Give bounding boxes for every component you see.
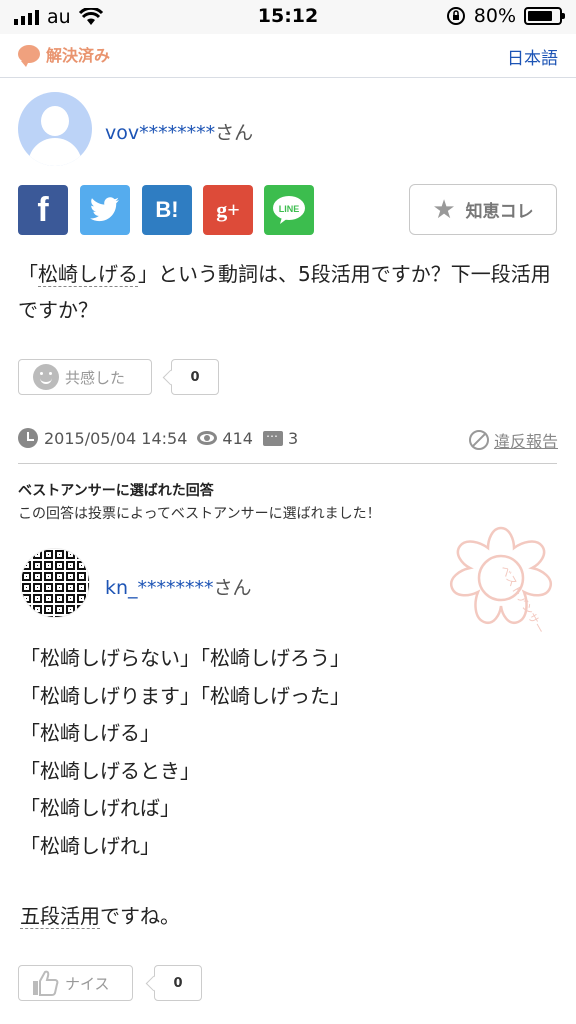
question-user-name[interactable]: vov********さん xyxy=(105,118,253,145)
twitter-share-button[interactable] xyxy=(80,185,130,235)
line-label: LINE xyxy=(279,204,300,214)
status-bar: au 15:12 80% xyxy=(0,0,576,34)
twitter-bird-icon xyxy=(90,197,119,222)
line-share-button[interactable]: LINE xyxy=(264,185,314,235)
question-text: 「松崎しげる」という動詞は、5段活用ですか？下一段活用ですか？ xyxy=(18,262,551,322)
thumbs-up-icon xyxy=(33,970,59,996)
answer-count: 3 xyxy=(287,428,299,448)
best-answer-stamp-icon: ベストアンサー xyxy=(449,526,553,636)
status-right: 80% xyxy=(446,5,565,27)
view-icon xyxy=(197,431,218,445)
rotation-lock-icon xyxy=(446,7,465,25)
answer-line: 「松崎しげる」 xyxy=(20,721,160,745)
battery-icon xyxy=(524,7,565,25)
nice-button[interactable]: ナイス xyxy=(18,965,133,1001)
question-meta: 2015/05/04 14:54 414 3 xyxy=(18,426,299,448)
nice-count: 0 xyxy=(154,965,202,1001)
hatena-icon: B! xyxy=(155,197,179,222)
nice-label: ナイス xyxy=(65,974,110,993)
empathy-count: 0 xyxy=(171,359,219,395)
conclusion-term-link[interactable]: 五段活用 xyxy=(20,904,100,929)
question-term-link[interactable]: 松崎しげる xyxy=(38,262,138,287)
report-link[interactable]: 違反報告 xyxy=(468,428,558,452)
page-header: 解決済み 日本語 xyxy=(0,34,576,78)
answer-user-avatar[interactable] xyxy=(20,548,90,618)
question-user-avatar[interactable] xyxy=(18,92,92,166)
facebook-share-button[interactable]: f xyxy=(18,185,68,235)
answer-line: 「松崎しげれば」 xyxy=(20,796,180,820)
answer-line: 「松崎しげります」「松崎しげった」 xyxy=(20,683,350,708)
hatena-bookmark-button[interactable]: B! xyxy=(142,185,192,235)
answer-line: 「松崎しげるとき」 xyxy=(20,758,200,783)
star-icon: ★ xyxy=(432,194,456,225)
chiekore-label: 知恵コレ xyxy=(465,202,534,222)
line-icon: LINE xyxy=(273,196,305,224)
ban-icon xyxy=(468,430,489,450)
comment-icon xyxy=(262,426,283,446)
smile-icon xyxy=(33,364,59,390)
battery-percent: 80% xyxy=(473,5,516,27)
answer-line: 「松崎しげらない」「松崎しげろう」 xyxy=(20,646,350,670)
answer-line: 「松崎しげれ」 xyxy=(20,833,160,858)
pattern-avatar-icon xyxy=(21,549,89,617)
honorific: さん xyxy=(213,577,252,599)
answer-conclusion: 五段活用ですね。 xyxy=(20,904,180,929)
clock-icon xyxy=(18,428,38,448)
resolved-label: 解決済み xyxy=(46,46,111,65)
divider xyxy=(18,463,557,464)
answer-body: 「松崎しげらない」「松崎しげろう」 「松崎しげります」「松崎しげった」 「松崎し… xyxy=(20,640,560,865)
chiekore-button[interactable]: ★ 知恵コレ xyxy=(409,184,557,235)
facebook-icon: f xyxy=(37,190,49,229)
honorific: さん xyxy=(215,122,254,144)
post-date: 2015/05/04 14:54 xyxy=(44,428,188,448)
empathy-label: 共感した xyxy=(65,368,126,387)
empathy-button[interactable]: 共感した xyxy=(18,359,152,395)
google-plus-share-button[interactable]: g+ xyxy=(203,185,253,235)
best-answer-heading: ベストアンサーに選ばれた回答 xyxy=(18,483,214,499)
view-count: 414 xyxy=(222,428,253,448)
report-label[interactable]: 違反報告 xyxy=(494,428,558,452)
language-link[interactable]: 日本語 xyxy=(507,44,558,69)
best-answer-subheading: この回答は投票によってベストアンサーに選ばれました！ xyxy=(18,506,381,522)
question-user-id[interactable]: vov******** xyxy=(105,122,215,144)
resolved-badge: 解決済み xyxy=(18,42,111,67)
google-plus-icon: g+ xyxy=(216,197,240,222)
answer-user-id[interactable]: kn_******** xyxy=(105,577,214,599)
speech-bubble-icon xyxy=(18,45,40,67)
answer-user-name[interactable]: kn_********さん xyxy=(105,573,252,600)
